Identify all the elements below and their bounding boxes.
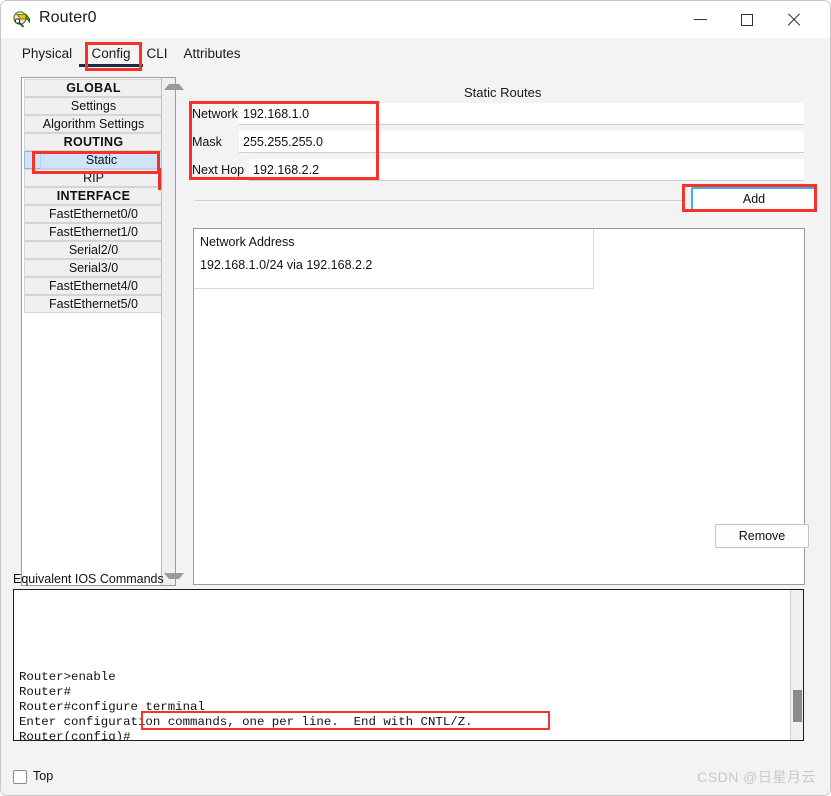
sidebar-item-settings[interactable]: Settings	[24, 97, 163, 115]
sidebar-scrollbar[interactable]	[161, 78, 184, 585]
close-icon	[787, 13, 801, 27]
scroll-up-arrow-icon[interactable]	[164, 84, 184, 90]
router-config-window: Router0 Physical Config CLI Attributes G…	[0, 0, 831, 796]
tab-config-label: Config	[91, 45, 131, 61]
close-button[interactable]	[771, 1, 817, 38]
ios-commands-label: Equivalent IOS Commands	[13, 572, 164, 586]
tab-config-underline	[79, 64, 143, 67]
config-tree[interactable]: GLOBAL Settings Algorithm Settings ROUTI…	[21, 77, 184, 586]
sidebar-group-interface: INTERFACE	[24, 187, 163, 205]
ios-commands-console[interactable]: Router>enable Router# Router#configure t…	[13, 589, 804, 741]
sidebar-item-serial3-0-label: Serial3/0	[68, 261, 119, 275]
next-hop-row: Next Hop	[192, 158, 805, 184]
next-hop-label: Next Hop	[192, 163, 245, 177]
sidebar-item-fastethernet0-0[interactable]: FastEthernet0/0	[24, 205, 163, 223]
sidebar-item-fastethernet1-0-label: FastEthernet1/0	[49, 225, 138, 239]
minimize-button[interactable]	[677, 1, 723, 38]
add-button-label: Add	[742, 192, 766, 206]
sidebar-item-rip[interactable]: RIP	[24, 169, 163, 187]
sidebar-item-serial2-0-label: Serial2/0	[68, 243, 119, 257]
top-checkbox[interactable]	[13, 770, 27, 784]
tab-physical-label: Physical	[21, 45, 73, 61]
form-separator	[195, 200, 682, 201]
mask-label: Mask	[192, 135, 222, 149]
scroll-down-arrow-icon[interactable]	[164, 573, 184, 579]
tab-config[interactable]: Config	[83, 40, 139, 66]
router-icon	[13, 10, 33, 30]
tab-physical[interactable]: Physical	[15, 40, 79, 66]
routes-listbox[interactable]: Network Address 192.168.1.0/24 via 192.1…	[193, 228, 805, 585]
maximize-icon	[741, 13, 753, 26]
tab-bar: Physical Config CLI Attributes	[1, 38, 830, 68]
network-label: Network	[192, 107, 238, 121]
static-routes-title: Static Routes	[464, 85, 542, 100]
scroll-position-marker	[158, 168, 161, 190]
maximize-button[interactable]	[724, 1, 770, 38]
sidebar-item-fastethernet5-0-label: FastEthernet5/0	[49, 297, 138, 311]
ios-console-scroll-thumb[interactable]	[793, 690, 802, 722]
sidebar-item-fastethernet4-0-label: FastEthernet4/0	[49, 279, 138, 293]
title-bar: Router0	[1, 1, 830, 38]
sidebar-item-static[interactable]: Static	[40, 151, 163, 169]
window-title: Router0	[39, 9, 97, 26]
sidebar-item-fastethernet4-0[interactable]: FastEthernet4/0	[24, 277, 163, 295]
tab-cli[interactable]: CLI	[141, 40, 173, 66]
tab-cli-label: CLI	[146, 45, 168, 61]
sidebar-item-fastethernet0-0-label: FastEthernet0/0	[49, 207, 138, 221]
mask-input[interactable]	[239, 131, 804, 153]
tab-attributes[interactable]: Attributes	[177, 40, 247, 66]
sidebar-group-routing-label: ROUTING	[63, 135, 124, 149]
sidebar-item-fastethernet5-0[interactable]: FastEthernet5/0	[24, 295, 163, 313]
sidebar-group-global: GLOBAL	[24, 79, 163, 97]
watermark: CSDN @日星月云	[697, 769, 816, 785]
sidebar-item-serial2-0[interactable]: Serial2/0	[24, 241, 163, 259]
minimize-icon	[693, 19, 707, 20]
top-checkbox-label: Top	[33, 769, 54, 783]
sidebar-group-routing: ROUTING	[24, 133, 163, 151]
sidebar-group-global-label: GLOBAL	[66, 81, 121, 95]
sidebar-item-rip-label: RIP	[83, 171, 104, 185]
ios-console-scrollbar[interactable]	[790, 590, 803, 740]
next-hop-input[interactable]	[249, 159, 804, 181]
remove-button[interactable]: Remove	[715, 524, 809, 548]
routes-column-header: Network Address	[200, 235, 295, 249]
sidebar-item-settings-label: Settings	[70, 99, 117, 113]
remove-button-label: Remove	[738, 529, 786, 543]
ios-commands-text: Router>enable Router# Router#configure t…	[19, 670, 473, 741]
table-row[interactable]: 192.168.1.0/24 via 192.168.2.2	[200, 258, 372, 272]
sidebar-item-serial3-0[interactable]: Serial3/0	[24, 259, 163, 277]
sidebar-item-algorithm-settings-label: Algorithm Settings	[42, 117, 145, 131]
sidebar-item-static-label: Static	[85, 153, 118, 167]
mask-row: Mask	[192, 130, 805, 156]
sidebar-group-interface-label: INTERFACE	[56, 189, 131, 203]
tab-attributes-label: Attributes	[183, 45, 241, 61]
sidebar-item-fastethernet1-0[interactable]: FastEthernet1/0	[24, 223, 163, 241]
add-button[interactable]: Add	[691, 187, 817, 211]
network-row: Network	[192, 102, 805, 128]
network-input[interactable]	[239, 103, 804, 125]
sidebar-item-algorithm-settings[interactable]: Algorithm Settings	[24, 115, 163, 133]
